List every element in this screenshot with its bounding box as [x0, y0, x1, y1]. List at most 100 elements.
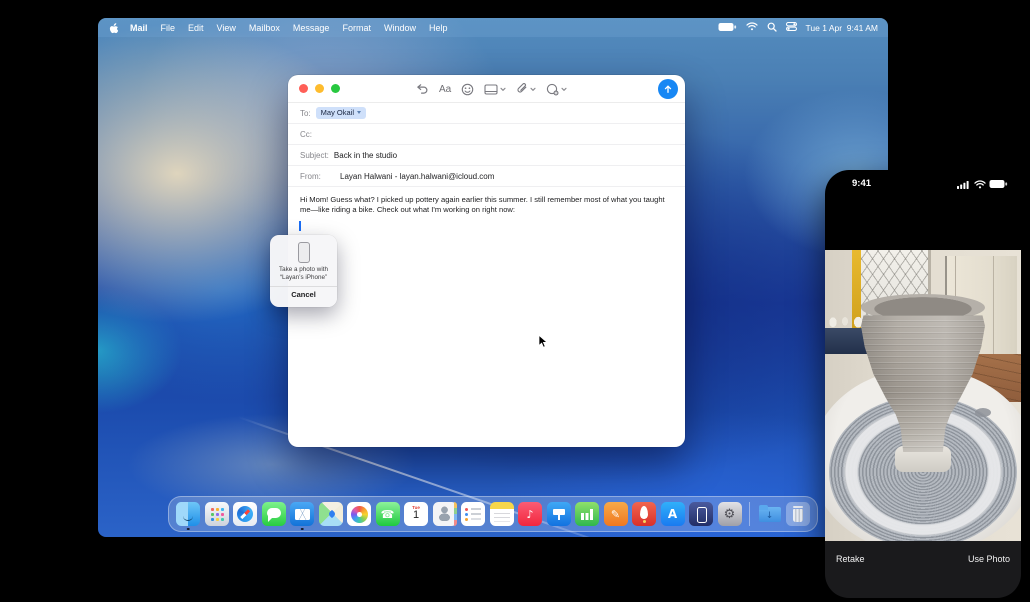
menu-items: File Edit View Mailbox Message Format Window He…	[161, 23, 461, 33]
camera-preview-photo	[825, 250, 1021, 541]
phone-glyph-icon: ☎	[376, 502, 400, 526]
from-label: From:	[300, 172, 335, 181]
menu-bar-clock[interactable]: Tue 1 Apr 9:41 AM	[806, 23, 878, 33]
zoom-window-button[interactable]	[331, 84, 340, 93]
apple-menu-icon[interactable]	[108, 22, 118, 34]
menu-bar-status: Tue 1 Apr 9:41 AM	[718, 22, 878, 34]
dock-icon-iphone-mirroring[interactable]	[689, 502, 713, 526]
format-text-icon[interactable]: Aa	[439, 84, 451, 95]
calendar-day: 1	[404, 509, 428, 521]
running-indicator-dot	[301, 528, 304, 531]
iphone-status-icons	[957, 179, 1008, 189]
wifi-icon	[974, 180, 986, 189]
dock-icon-settings[interactable]: ⚙	[718, 502, 742, 526]
downloads-glyph-icon: ↓	[758, 502, 782, 526]
cellular-icon	[957, 180, 970, 189]
camera-controls-bar: Retake Use Photo	[825, 541, 1021, 598]
dock-icon-reminders[interactable]	[461, 502, 485, 526]
text-caret	[299, 221, 301, 231]
menu-view[interactable]: View	[217, 23, 236, 33]
dock-icon-phone[interactable]: ☎	[376, 502, 400, 526]
recipient-chevron-icon	[357, 111, 361, 114]
message-body[interactable]: Hi Mom! Guess what? I picked up pottery …	[288, 187, 685, 216]
wifi-icon[interactable]	[746, 22, 758, 33]
popup-title-line2: “Layan’s iPhone”	[270, 274, 337, 282]
dock-icon-contacts[interactable]	[433, 502, 457, 526]
dock-icon-music[interactable]: ♪	[518, 502, 542, 526]
menu-message[interactable]: Message	[293, 23, 330, 33]
dock-icon-keynote[interactable]	[547, 502, 571, 526]
dock-icon-photos[interactable]	[347, 502, 371, 526]
settings-glyph-icon: ⚙	[718, 502, 742, 526]
subject-label: Subject:	[300, 151, 329, 160]
iphone-outline-icon	[298, 242, 310, 263]
menu-help[interactable]: Help	[429, 23, 448, 33]
chevron-down-icon	[530, 87, 536, 92]
dock-icon-numbers[interactable]	[575, 502, 599, 526]
search-icon[interactable]	[767, 22, 777, 34]
close-window-button[interactable]	[299, 84, 308, 93]
to-label: To:	[300, 109, 311, 118]
dock-icon-notes[interactable]	[490, 502, 514, 526]
dock-icon-calendar[interactable]: Tue1	[404, 502, 428, 526]
send-button[interactable]	[658, 79, 678, 99]
popup-title: Take a photo with “Layan’s iPhone”	[270, 266, 337, 282]
emoji-icon[interactable]	[461, 83, 474, 96]
continuity-camera-popup: Take a photo with “Layan’s iPhone” Cance…	[270, 235, 337, 307]
battery-icon[interactable]	[718, 22, 737, 34]
screenshot-canvas: Mail File Edit View Mailbox Message Format Win…	[0, 0, 1030, 602]
dock-divider	[749, 502, 750, 526]
dock-icon-launchpad[interactable]	[205, 502, 229, 526]
menu-mailbox[interactable]: Mailbox	[249, 23, 280, 33]
pages-glyph-icon: ✎	[604, 502, 628, 526]
cancel-button[interactable]: Cancel	[270, 287, 337, 302]
recipient-name: May Okail	[321, 108, 354, 117]
mac-display: Mail File Edit View Mailbox Message Format Win…	[98, 18, 888, 537]
menu-file[interactable]: File	[161, 23, 176, 33]
subject-field[interactable]: Subject: Back in the studio	[288, 145, 685, 166]
dock-icon-messages[interactable]	[262, 502, 286, 526]
iphone-status-bar: 9:41	[825, 170, 1021, 196]
dock-icon-pages[interactable]: ✎	[604, 502, 628, 526]
from-field[interactable]: From: Layan Halwani - layan.halwani@iclo…	[288, 166, 685, 187]
photo-browser-icon[interactable]	[484, 84, 506, 95]
undo-icon[interactable]	[416, 83, 429, 95]
menu-app-name[interactable]: Mail	[130, 23, 148, 33]
dock-icon-safari[interactable]	[233, 502, 257, 526]
menu-edit[interactable]: Edit	[188, 23, 204, 33]
menu-bar: Mail File Edit View Mailbox Message Format Win…	[98, 18, 888, 37]
chevron-down-icon	[561, 87, 567, 92]
send-arrow-icon	[662, 83, 674, 95]
subject-value: Back in the studio	[334, 151, 397, 160]
control-center-icon[interactable]	[786, 22, 797, 33]
compose-toolbar: Aa	[416, 75, 567, 103]
dock-icon-downloads[interactable]: ↓	[758, 502, 782, 526]
dock-icon-mail[interactable]	[290, 502, 314, 526]
dock-icon-finder[interactable]	[176, 502, 200, 526]
compose-titlebar[interactable]: Aa	[288, 75, 685, 103]
iphone-clock: 9:41	[852, 178, 871, 189]
cc-label: Cc:	[300, 130, 312, 139]
running-indicator-dot	[187, 528, 190, 531]
retake-button[interactable]: Retake	[836, 554, 865, 564]
message-body-text: Hi Mom! Guess what? I picked up pottery …	[300, 195, 665, 214]
minimize-window-button[interactable]	[315, 84, 324, 93]
recipient-token[interactable]: May Okail	[316, 107, 366, 119]
popup-title-line1: Take a photo with	[270, 266, 337, 274]
menu-format[interactable]: Format	[342, 23, 371, 33]
menu-window[interactable]: Window	[384, 23, 416, 33]
use-photo-button[interactable]: Use Photo	[968, 554, 1010, 564]
mouse-cursor	[538, 334, 548, 354]
insert-attachment-menu-icon[interactable]	[546, 83, 567, 96]
from-value: Layan Halwani - layan.halwani@icloud.com	[340, 172, 494, 181]
battery-icon	[989, 179, 1008, 189]
dock-icon-rocket[interactable]	[632, 502, 656, 526]
dock-icon-trash[interactable]	[786, 502, 810, 526]
dock-icon-maps[interactable]	[319, 502, 343, 526]
chevron-down-icon	[500, 87, 506, 92]
to-field[interactable]: To: May Okail	[288, 103, 685, 124]
window-controls	[299, 84, 340, 93]
attach-file-icon[interactable]	[516, 83, 536, 95]
dock-icon-appstore[interactable]: A	[661, 502, 685, 526]
cc-field[interactable]: Cc:	[288, 124, 685, 145]
